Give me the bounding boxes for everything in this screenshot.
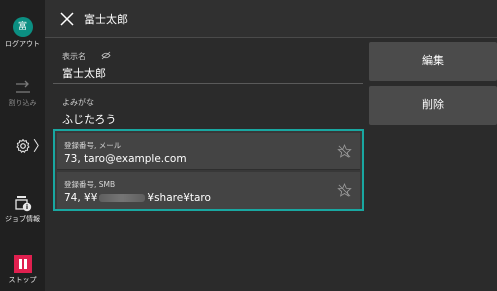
reading-label: よみがな <box>62 98 94 107</box>
close-button[interactable] <box>55 7 79 31</box>
address-item-smb[interactable]: 登録番号, SMB 74, ¥¥ ¥share¥taro <box>57 172 360 209</box>
user-avatar: 富 <box>12 17 33 37</box>
interrupt-button[interactable]: 割り込み <box>0 80 45 108</box>
address-item-email[interactable]: 登録番号, メール 73, taro@example.com <box>57 133 360 170</box>
pause-icon <box>13 255 32 273</box>
star-outline-icon[interactable] <box>337 144 352 159</box>
header-bar: 富士太郎 <box>45 0 497 38</box>
stop-button[interactable]: ストップ <box>0 255 45 285</box>
address-value: 73, taro@example.com <box>64 153 187 165</box>
interrupt-label: 割り込み <box>8 99 37 107</box>
address-value: 74, ¥¥ ¥share¥taro <box>64 192 211 204</box>
gear-icon <box>16 139 30 153</box>
job-info-label: ジョブ情報 <box>5 215 40 223</box>
display-name-field: 表示名 富士太郎 <box>53 38 363 84</box>
address-list: 登録番号, メール 73, taro@example.com 登録番号, SMB… <box>53 129 364 211</box>
edit-button[interactable]: 編集 <box>369 42 497 81</box>
close-icon <box>60 12 74 26</box>
job-info-button[interactable]: ジョブ情報 <box>0 194 45 224</box>
interrupt-icon <box>15 80 30 93</box>
address-value-suffix: ¥share¥taro <box>147 192 211 204</box>
display-name-value: 富士太郎 <box>62 67 106 80</box>
page-title: 富士太郎 <box>84 13 128 26</box>
display-name-label: 表示名 <box>62 52 86 61</box>
no-display-icon <box>101 51 111 60</box>
reading-value: ふじたろう <box>62 113 117 126</box>
logout-button[interactable]: 富 ログアウト <box>0 17 45 49</box>
reading-field: よみがな ふじたろう <box>53 84 363 130</box>
logout-label: ログアウト <box>5 40 40 48</box>
side-rail: 富 ログアウト 割り込み 〉 ジョブ情報 ストップ <box>0 0 47 291</box>
stop-label: ストップ <box>8 276 37 284</box>
address-label: 登録番号, SMB <box>64 180 116 189</box>
redacted-host <box>99 194 146 202</box>
job-info-icon <box>14 196 31 212</box>
address-label: 登録番号, メール <box>64 141 122 150</box>
star-outline-icon[interactable] <box>337 183 352 198</box>
address-value-prefix: 74, ¥¥ <box>64 192 98 204</box>
delete-button[interactable]: 削除 <box>369 86 497 125</box>
